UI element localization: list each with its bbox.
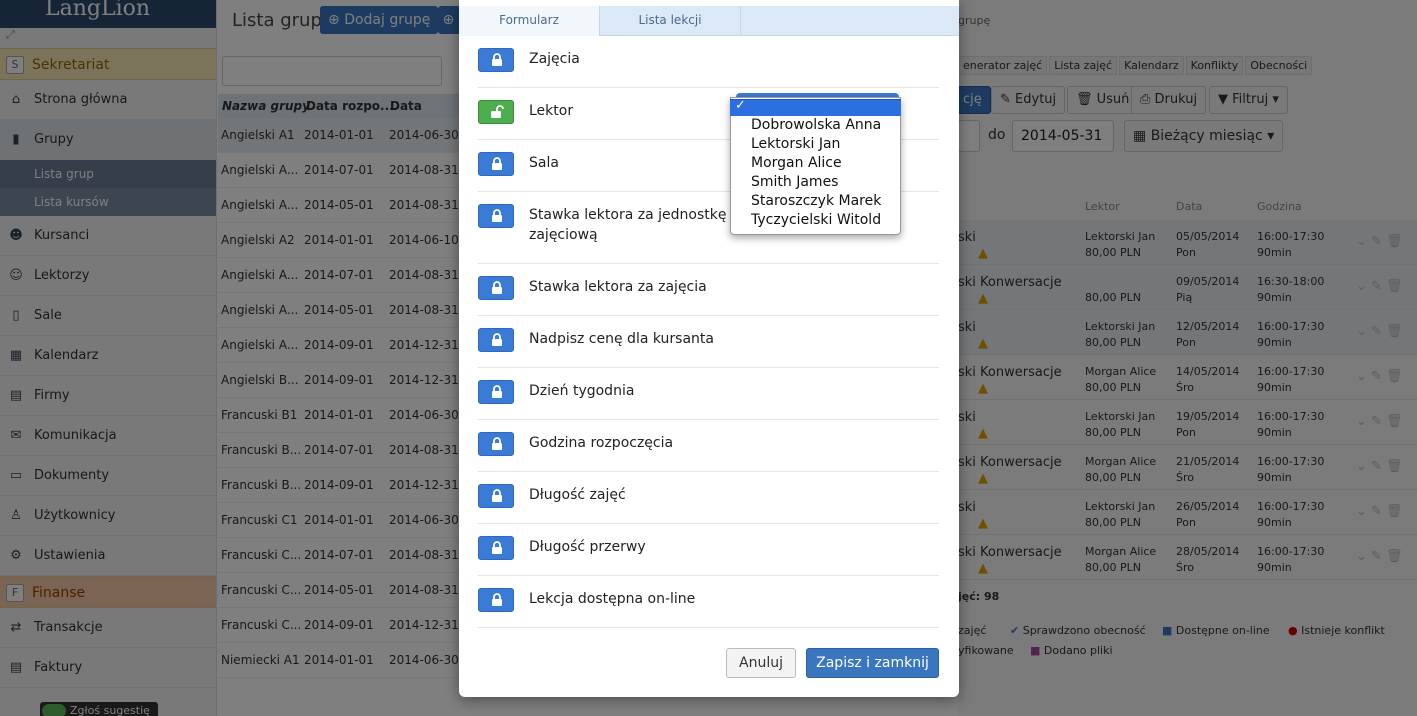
- field-label: Stawka lektora za jednostkę zajęciową: [529, 207, 727, 243]
- field-label: Długość zajęć: [529, 487, 626, 503]
- lock-icon[interactable]: [478, 588, 514, 612]
- field-row-weekday: Dzień tygodnia: [478, 368, 939, 420]
- field-label: Lekcja dostępna on-line: [529, 591, 696, 607]
- dropdown-option[interactable]: Dobrowolska Anna: [751, 117, 881, 133]
- field-row-price-override: Nadpisz cenę dla kursanta: [478, 316, 939, 368]
- lector-dropdown: Dobrowolska Anna Lektorski Jan Morgan Alic…: [730, 97, 901, 235]
- lock-icon[interactable]: [478, 204, 514, 228]
- save-and-close-button[interactable]: Zapisz i zamknij: [806, 648, 939, 678]
- field-label: Stawka lektora za zajęcia: [529, 279, 707, 295]
- checkmark-icon: ✓: [735, 98, 746, 113]
- lock-icon[interactable]: [478, 48, 514, 72]
- dropdown-option[interactable]: Tyczycielski Witold: [751, 212, 881, 228]
- field-label: Sala: [529, 155, 559, 171]
- field-label: Długość przerwy: [529, 539, 646, 555]
- field-label: Dzień tygodnia: [529, 383, 635, 399]
- dropdown-option-empty[interactable]: ✓: [730, 98, 901, 116]
- cancel-button[interactable]: Anuluj: [726, 648, 796, 678]
- field-row-rate-lesson: Stawka lektora za zajęcia: [478, 264, 939, 316]
- dropdown-option[interactable]: Smith James: [751, 174, 838, 190]
- lock-icon[interactable]: [478, 536, 514, 560]
- field-row-start-time: Godzina rozpoczęcia: [478, 420, 939, 472]
- field-row-lesson: Zajęcia: [478, 36, 939, 88]
- app-window: LangLion ⤢ SSekretariat ⌂Strona główna ▮…: [0, 0, 1417, 716]
- dropdown-option[interactable]: Morgan Alice: [751, 155, 842, 171]
- field-label: Godzina rozpoczęcia: [529, 435, 674, 451]
- unlock-icon[interactable]: [478, 100, 514, 124]
- lock-icon[interactable]: [478, 328, 514, 352]
- lock-icon[interactable]: [478, 432, 514, 456]
- tab-lesson-list[interactable]: Lista lekcji: [600, 6, 741, 36]
- field-label: Zajęcia: [529, 51, 580, 67]
- lock-icon[interactable]: [478, 276, 514, 300]
- lock-icon[interactable]: [478, 380, 514, 404]
- dialog-tabs: Formularz Lista lekcji: [459, 6, 959, 36]
- lock-icon[interactable]: [478, 484, 514, 508]
- tab-form[interactable]: Formularz: [459, 6, 600, 36]
- dropdown-option[interactable]: Staroszczyk Marek: [751, 193, 881, 209]
- field-label: Nadpisz cenę dla kursanta: [529, 331, 714, 347]
- field-row-break: Długość przerwy: [478, 524, 939, 576]
- field-row-duration: Długość zajęć: [478, 472, 939, 524]
- field-label: Lektor: [529, 103, 574, 119]
- dropdown-option[interactable]: Lektorski Jan: [751, 136, 840, 152]
- lock-icon[interactable]: [478, 152, 514, 176]
- field-row-online: Lekcja dostępna on-line: [478, 576, 939, 628]
